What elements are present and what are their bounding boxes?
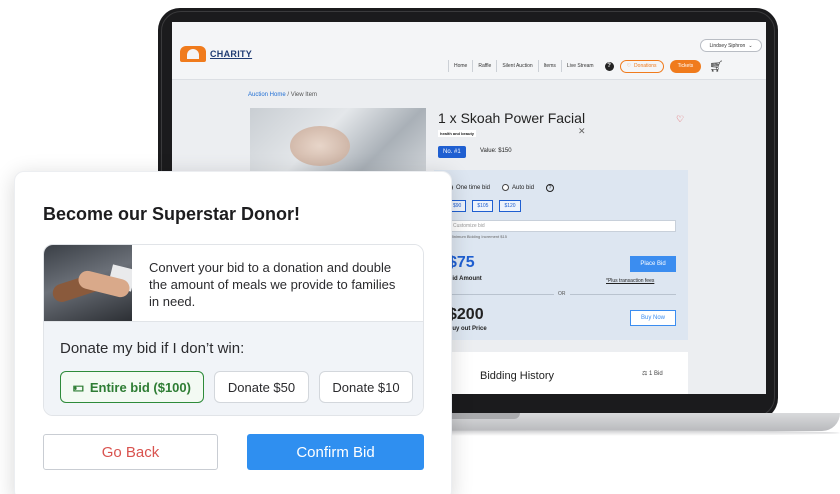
bidding-history-title: Bidding History [480, 370, 554, 382]
buyout-price-value: $200 [448, 306, 484, 323]
go-back-button[interactable]: Go Back [43, 434, 218, 470]
bid-panel: One time bid Auto bid ? $90 $105 $120 Cu… [434, 170, 688, 340]
one-time-bid-label: One time bid [456, 185, 491, 192]
user-name: Lindsey Siphron [709, 42, 746, 49]
option-donate-50[interactable]: Donate $50 [214, 371, 309, 403]
promo-description: Convert your bid to a donation and doubl… [149, 260, 396, 309]
item-category-tag: health and beauty [438, 130, 477, 137]
amount-button[interactable]: $120 [499, 200, 521, 212]
bidding-history-card: Bidding History ⚖︎ 1 Bid [434, 352, 688, 394]
nav-item-raffle[interactable]: Raffle [472, 60, 496, 72]
donate-prompt: Donate my bid if I don’t win: [60, 340, 245, 357]
chevron-down-icon: ⌄ [748, 42, 753, 49]
heart-icon: ♡ [626, 63, 632, 69]
nav-item-silent-auction[interactable]: Silent Auction [496, 60, 537, 72]
breadcrumb-home[interactable]: Auction Home [248, 92, 286, 98]
donation-modal: Become our Superstar Donor! Convert your… [14, 171, 452, 494]
donation-promo-card: Convert your bid to a donation and doubl… [43, 244, 424, 416]
or-label: OR [554, 291, 570, 297]
site-header: CHARITY Lindsey Siphron ⌄ Home Raffle Si… [172, 22, 766, 80]
breadcrumb: Auction Home / View Item [248, 92, 317, 98]
custom-bid-input[interactable]: Customize bid [448, 220, 676, 232]
cash-icon: 💵︎ [73, 379, 84, 394]
amount-button[interactable]: $105 [472, 200, 494, 212]
question-icon[interactable]: ? [546, 184, 555, 192]
stage: CHARITY Lindsey Siphron ⌄ Home Raffle Si… [0, 0, 840, 494]
help-icon[interactable]: ? [604, 61, 614, 71]
favorite-heart-icon[interactable]: ♡ [676, 114, 684, 125]
option-donate-10[interactable]: Donate $10 [319, 371, 413, 403]
radio-icon [502, 184, 510, 192]
gavel-icon: ⚖︎ [642, 371, 650, 377]
buy-now-button[interactable]: Buy Now [630, 310, 676, 326]
bid-amount-value: $75 [448, 254, 475, 271]
bid-count-label: 1 Bid [649, 371, 663, 377]
buyout-price-label: Buy out Price [448, 326, 487, 332]
cart-icon[interactable]: 🛒︎ [709, 60, 723, 73]
donations-label: Donations [634, 63, 657, 69]
bid-type-selector: One time bid Auto bid ? [446, 184, 555, 192]
nav-item-items[interactable]: Items [537, 60, 561, 72]
user-menu[interactable]: Lindsey Siphron ⌄ [700, 39, 762, 52]
main-nav: Home Raffle Silent Auction Items Live St… [448, 58, 723, 74]
auto-bid-radio[interactable]: Auto bid [502, 184, 535, 192]
bid-count: ⚖︎ 1 Bid [642, 370, 663, 377]
breadcrumb-current: View Item [290, 92, 317, 98]
donations-button[interactable]: ♡ Donations [619, 59, 664, 73]
tickets-button[interactable]: Tickets [669, 59, 702, 73]
bid-amount-label: Bid Amount [448, 276, 482, 282]
option-entire-bid[interactable]: 💵︎ Entire bid ($100) [60, 371, 204, 403]
charity-logo-icon [180, 46, 206, 62]
nav-item-home[interactable]: Home [448, 60, 472, 72]
min-increment-note: *Minimum Bidding Increment $15 [448, 234, 507, 239]
close-icon[interactable]: ✕ [578, 126, 586, 137]
item-number-badge: No. #1 [438, 146, 466, 158]
auto-bid-label: Auto bid [512, 185, 535, 192]
quick-amounts: $90 $105 $120 [448, 200, 521, 212]
transaction-fees-link[interactable]: *Plus transaction fees [606, 278, 654, 284]
donation-options-panel: Donate my bid if I don’t win: 💵︎ Entire … [44, 321, 423, 415]
item-title: 1 x Skoah Power Facial [438, 110, 586, 126]
item-photo [250, 108, 426, 180]
confirm-bid-button[interactable]: Confirm Bid [247, 434, 424, 470]
handshake-photo [44, 245, 132, 321]
breadcrumb-separator: / [287, 92, 290, 98]
modal-title: Become our Superstar Donor! [43, 204, 301, 224]
one-time-bid-radio[interactable]: One time bid [446, 184, 491, 192]
item-value: Value: $150 [480, 148, 512, 154]
place-bid-button[interactable]: Place Bid [630, 256, 676, 272]
donation-options: 💵︎ Entire bid ($100) Donate $50 Donate $… [60, 371, 413, 403]
promo-header: Convert your bid to a donation and doubl… [44, 245, 423, 321]
option-entire-bid-label: Entire bid ($100) [89, 379, 191, 395]
logo-text: CHARITY [210, 49, 253, 59]
nav-item-live-stream[interactable]: Live Stream [560, 60, 599, 72]
site-logo[interactable]: CHARITY [180, 46, 252, 62]
